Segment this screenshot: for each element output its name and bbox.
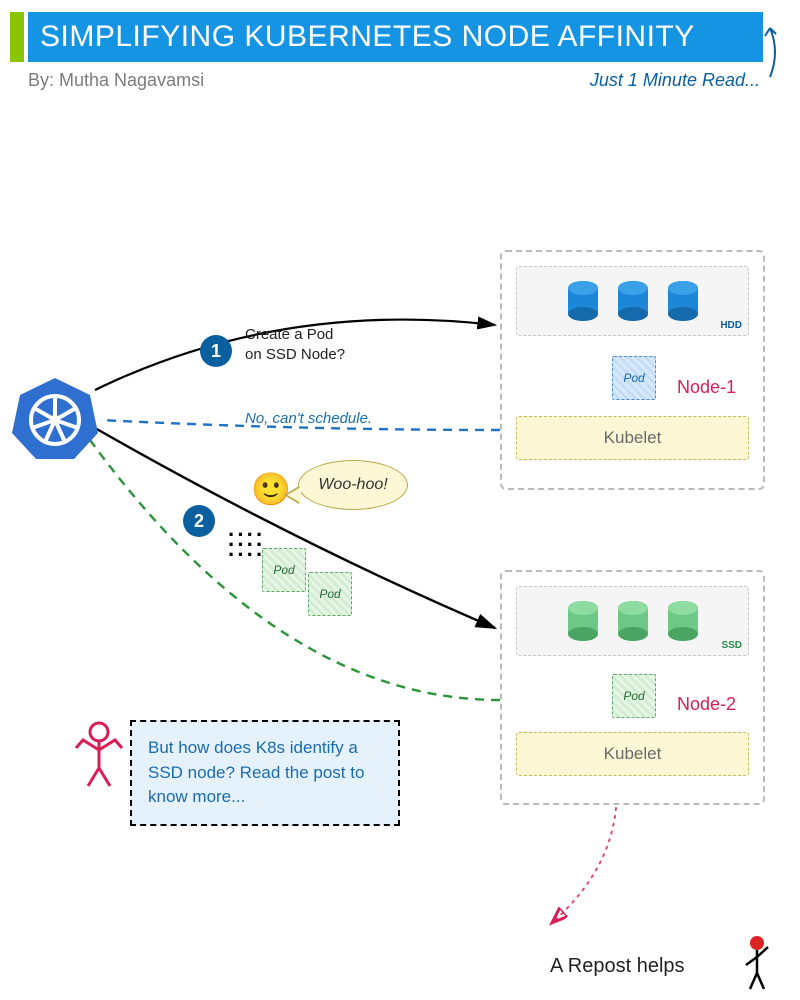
hdd-disk-icon <box>667 280 699 322</box>
connectors-layer <box>0 0 800 1000</box>
readtime-arrow-icon <box>760 22 782 82</box>
step-badge-1: 1 <box>200 335 232 367</box>
kubelet-box: Kubelet <box>516 732 749 776</box>
traveling-pod: Pod <box>262 548 306 592</box>
ssd-disk-icon <box>617 600 649 642</box>
traveling-pod: Pod <box>308 572 352 616</box>
node-1-name: Node-1 <box>677 377 768 398</box>
page-title: SIMPLIFYING KUBERNETES NODE AFFINITY <box>28 12 763 62</box>
ssd-disk-icon <box>567 600 599 642</box>
step-badge-2: 2 <box>183 505 215 537</box>
kubernetes-icon <box>12 375 98 461</box>
person-shrug-icon <box>70 720 128 790</box>
repost-text: A Repost helps <box>550 955 685 978</box>
node-2: SSD Pod Node-2 Kubelet <box>500 570 765 805</box>
ssd-disk-icon <box>667 600 699 642</box>
disk-type-label: SSD <box>721 640 742 651</box>
node-1: HDD Pod Node-1 Kubelet <box>500 250 765 490</box>
step-1-label: Create a Pod on SSD Node? <box>245 325 345 364</box>
person-wave-icon <box>740 935 774 991</box>
node-2-name: Node-2 <box>677 694 736 715</box>
byline: By: Mutha Nagavamsi <box>28 70 204 91</box>
woohoo-text: Woo-hoo! <box>318 476 387 494</box>
pod-node2: Pod <box>612 674 656 718</box>
disk-row-ssd: SSD <box>516 586 749 656</box>
ellipsis-icon: ············ <box>228 530 265 560</box>
response-no-label: No, can't schedule. <box>245 410 372 427</box>
read-time: Just 1 Minute Read... <box>590 70 760 91</box>
kubelet-box: Kubelet <box>516 416 749 460</box>
woohoo-bubble: Woo-hoo! <box>298 460 408 510</box>
diagram-root: SIMPLIFYING KUBERNETES NODE AFFINITY By:… <box>0 0 800 1000</box>
disk-row-hdd: HDD <box>516 266 749 336</box>
hdd-disk-icon <box>617 280 649 322</box>
question-callout: But how does K8s identify a SSD node? Re… <box>130 720 400 826</box>
disk-type-label: HDD <box>720 320 742 331</box>
hdd-disk-icon <box>567 280 599 322</box>
accent-bar <box>10 12 24 62</box>
pod-node1: Pod <box>612 356 656 400</box>
